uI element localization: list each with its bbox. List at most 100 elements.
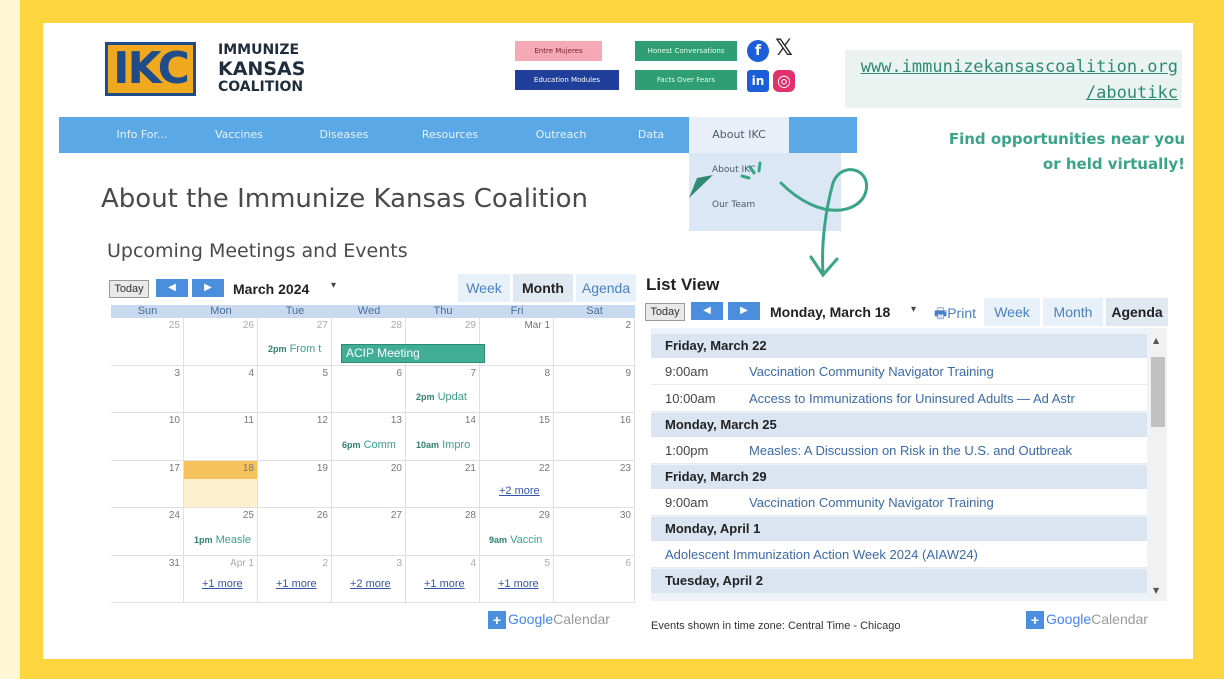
calendar-day-cell[interactable]: 3	[111, 365, 184, 413]
event-chip[interactable]: 10am Impro	[416, 439, 486, 451]
more-link[interactable]: +1 more	[276, 578, 317, 590]
calendar-day-cell[interactable]: 25	[184, 508, 258, 556]
print-button[interactable]: 🖶Print	[934, 303, 976, 327]
scroll-down-icon[interactable]: ▼	[1153, 586, 1159, 595]
nav-item-outreach[interactable]: Outreach	[516, 117, 606, 153]
calendar-day-cell[interactable]: 23	[554, 460, 635, 508]
calendar-day-cell[interactable]: 8	[480, 365, 554, 413]
more-link[interactable]: +2 more	[499, 485, 540, 497]
calendar-day-cell[interactable]: 26	[258, 508, 332, 556]
nav-item-data[interactable]: Data	[623, 117, 679, 153]
list-date-label[interactable]: Monday, March 18	[770, 304, 890, 320]
calendar-day-cell[interactable]: 29	[480, 508, 554, 556]
calendar-day-cell[interactable]: 6	[554, 555, 635, 603]
calendar-day-cell[interactable]: 13	[332, 413, 406, 461]
calendar-day-cell[interactable]: 15	[480, 413, 554, 461]
agenda-event[interactable]: 10:00am Access to Immunizations for Unins…	[651, 385, 1147, 412]
calendar-day-cell[interactable]: 2	[554, 318, 635, 366]
calendar-day-cell[interactable]: 4	[184, 365, 258, 413]
dow-thu: Thu	[406, 305, 480, 318]
more-link[interactable]: +1 more	[498, 578, 539, 590]
linkedin-icon[interactable]: in	[747, 70, 769, 92]
instagram-icon[interactable]: ◎	[773, 70, 795, 92]
nav-item-info-for[interactable]: Info For...	[107, 117, 177, 153]
calendar-day-cell[interactable]: 18	[184, 460, 258, 508]
calendar-day-cell[interactable]: 17	[111, 460, 184, 508]
day-number: 21	[464, 462, 476, 474]
calendar-day-cell[interactable]: 31	[111, 555, 184, 603]
calendar-today-button[interactable]: Today	[109, 280, 149, 298]
event-chip[interactable]: 2pm Updat	[416, 391, 486, 403]
calendar-day-cell[interactable]: 14	[406, 413, 480, 461]
list-next-button[interactable]: ▶	[728, 302, 760, 320]
nav-item-about[interactable]: About IKC	[689, 117, 789, 153]
url-line-1[interactable]: www.immunizekansascoalition.org	[833, 53, 1178, 82]
calendar-day-cell[interactable]: Mar 1	[480, 318, 554, 366]
list-today-button[interactable]: Today	[645, 303, 685, 321]
day-number: 2	[322, 557, 328, 569]
calendar-day-cell[interactable]: 12	[258, 413, 332, 461]
scroll-up-icon[interactable]: ▲	[1153, 336, 1159, 345]
calendar-day-cell[interactable]: 28	[406, 508, 480, 556]
calendar-day-cell[interactable]: 21	[406, 460, 480, 508]
calendar-day-cell[interactable]: 27	[258, 318, 332, 366]
calendar-day-cell[interactable]: 7	[406, 365, 480, 413]
calendar-day-cell[interactable]: 11	[184, 413, 258, 461]
calendar-day-cell[interactable]: 20	[332, 460, 406, 508]
calendar-tab-week[interactable]: Week	[458, 274, 510, 302]
honest-conversations-button[interactable]: Honest Conversations	[635, 41, 737, 61]
day-number: 28	[390, 320, 402, 331]
calendar-day-cell[interactable]: 26	[184, 318, 258, 366]
section-title: Upcoming Meetings and Events	[107, 240, 408, 262]
list-tab-agenda[interactable]: Agenda	[1106, 298, 1168, 326]
url-line-2[interactable]: /aboutikc	[833, 79, 1178, 108]
more-link[interactable]: +1 more	[424, 578, 465, 590]
event-chip[interactable]: 2pm From t	[268, 343, 340, 355]
event-title: From t	[289, 343, 322, 355]
more-link[interactable]: +1 more	[202, 578, 243, 590]
nav-item-resources[interactable]: Resources	[402, 117, 498, 153]
calendar-day-cell[interactable]: 19	[258, 460, 332, 508]
event-chip[interactable]: 6pm Comm	[342, 439, 414, 451]
chevron-down-icon[interactable]: ▾	[911, 304, 916, 315]
agenda-day-header: Monday, March 25	[651, 413, 1147, 437]
calendar-day-cell[interactable]: 27	[332, 508, 406, 556]
agenda-event[interactable]: Adolescent Immunization Action Week 2024…	[651, 541, 1147, 568]
google-calendar-button[interactable]: + GoogleCalendar	[1026, 611, 1148, 630]
calendar-month-label[interactable]: March 2024	[233, 281, 309, 297]
calendar-day-cell[interactable]: 24	[111, 508, 184, 556]
calendar-day-cell[interactable]: 16	[554, 413, 635, 461]
event-chip[interactable]: 1pm Measle	[194, 534, 264, 546]
event-chip[interactable]: 9am Vaccin	[489, 534, 559, 546]
calendar-next-button[interactable]: ▶	[192, 279, 224, 297]
list-tab-week[interactable]: Week	[984, 298, 1040, 326]
calendar-day-cell[interactable]: 10	[111, 413, 184, 461]
list-tab-month[interactable]: Month	[1043, 298, 1103, 326]
x-icon[interactable]: 𝕏	[773, 38, 795, 60]
agenda-event[interactable]: 9:00am Vaccination Community Navigator Tr…	[651, 489, 1147, 516]
calendar-prev-button[interactable]: ◀	[156, 279, 188, 297]
calendar-day-cell[interactable]: 25	[111, 318, 184, 366]
agenda-day-header: Tuesday, April 2	[651, 569, 1147, 593]
dow-wed: Wed	[332, 305, 406, 318]
entre-mujeres-button[interactable]: Entre Mujeres	[515, 41, 602, 61]
calendar-tab-agenda[interactable]: Agenda	[576, 274, 636, 302]
calendar-day-cell[interactable]: 9	[554, 365, 635, 413]
nav-item-vaccines[interactable]: Vaccines	[199, 117, 279, 153]
calendar-day-cell[interactable]: 6	[332, 365, 406, 413]
calendar-tab-month[interactable]: Month	[513, 274, 573, 302]
facts-over-fears-button[interactable]: Facts Over Fears	[635, 70, 737, 90]
scrollbar-thumb[interactable]	[1151, 357, 1165, 427]
agenda-event[interactable]: 9:00am Vaccination Community Navigator Tr…	[651, 358, 1147, 385]
calendar-day-cell[interactable]: 5	[258, 365, 332, 413]
event-acip-meeting[interactable]: ACIP Meeting	[341, 344, 485, 363]
more-link[interactable]: +2 more	[350, 578, 391, 590]
list-prev-button[interactable]: ◀	[691, 302, 723, 320]
facebook-icon[interactable]: f	[747, 40, 769, 62]
chevron-down-icon[interactable]: ▾	[331, 280, 336, 291]
google-calendar-button[interactable]: + GoogleCalendar	[488, 611, 610, 630]
calendar-day-cell[interactable]: 30	[554, 508, 635, 556]
nav-item-diseases[interactable]: Diseases	[304, 117, 384, 153]
agenda-event[interactable]: 1:00pm Measles: A Discussion on Risk in t…	[651, 437, 1147, 464]
education-modules-button[interactable]: Education Modules	[515, 70, 619, 90]
